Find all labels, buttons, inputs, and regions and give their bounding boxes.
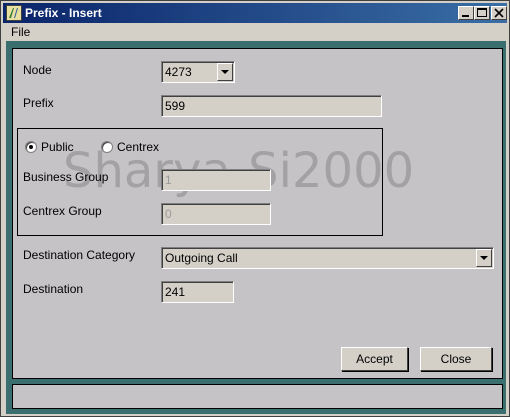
radio-centrex[interactable]: [101, 141, 113, 153]
app-icon[interactable]: [6, 5, 22, 21]
minimize-button[interactable]: [458, 6, 474, 20]
maximize-icon: [477, 8, 487, 17]
prefix-input[interactable]: 599: [161, 95, 382, 117]
business-group-input[interactable]: 1: [161, 169, 271, 191]
chevron-down-icon: [480, 256, 488, 260]
node-value: 4273: [165, 65, 192, 79]
destination-category-select[interactable]: Outgoing Call: [161, 247, 494, 269]
title-bar[interactable]: Prefix - Insert: [3, 3, 507, 23]
destination-category-value: Outgoing Call: [165, 251, 238, 265]
menu-bar: File: [3, 23, 507, 41]
accept-button[interactable]: Accept: [341, 347, 408, 371]
radio-centrex-label[interactable]: Centrex: [117, 140, 159, 154]
centrex-group-input[interactable]: 0: [161, 203, 271, 225]
close-dialog-button[interactable]: Close: [420, 347, 492, 371]
chevron-down-icon: [221, 70, 229, 74]
node-select[interactable]: 4273: [161, 61, 235, 83]
status-bar: [12, 384, 503, 409]
node-label: Node: [23, 63, 52, 77]
destination-input[interactable]: 241: [161, 281, 234, 303]
destination-category-label: Destination Category: [23, 248, 136, 262]
close-icon: [494, 8, 504, 18]
radio-public-label[interactable]: Public: [41, 140, 74, 154]
business-group-label: Business Group: [23, 170, 109, 184]
menu-file[interactable]: File: [11, 25, 30, 39]
close-button[interactable]: [491, 6, 507, 20]
window-title: Prefix - Insert: [25, 6, 102, 20]
prefix-label: Prefix: [23, 96, 54, 110]
destination-label: Destination: [23, 282, 84, 296]
radio-public[interactable]: [25, 141, 37, 153]
prefix-insert-window: Prefix - Insert File Sharya-Si2000 Node …: [0, 0, 510, 417]
node-dropdown-button[interactable]: [217, 63, 233, 81]
centrex-group-label: Centrex Group: [23, 204, 102, 218]
destination-category-dropdown-button[interactable]: [476, 249, 492, 267]
radio-selected-dot: [29, 145, 33, 149]
minimize-icon: [462, 15, 469, 17]
maximize-button[interactable]: [474, 6, 490, 20]
